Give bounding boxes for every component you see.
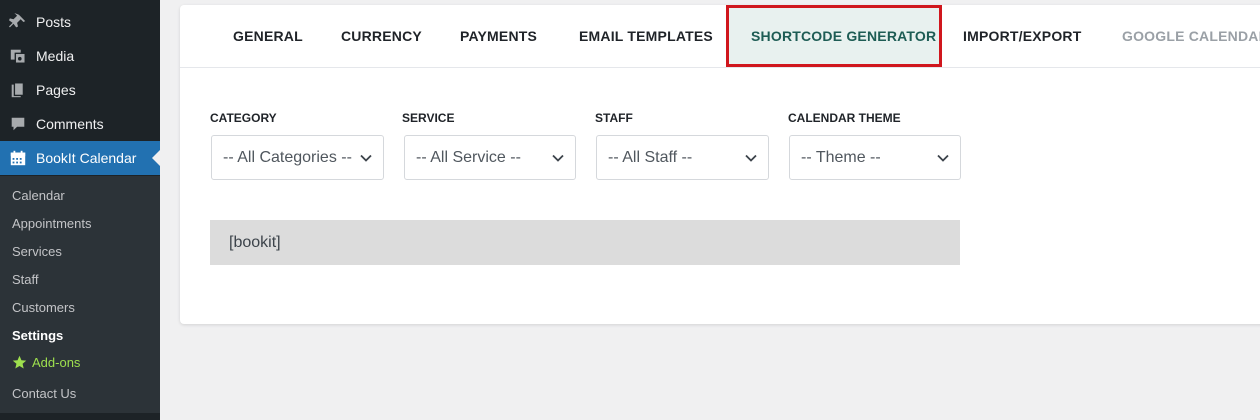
service-select-value: -- All Service --	[416, 148, 521, 166]
shortcode-text: [bookit]	[229, 233, 281, 251]
submenu-item-label: Staff	[12, 272, 39, 287]
tab-import-export[interactable]: IMPORT/EXPORT	[963, 5, 1082, 67]
pin-icon	[8, 12, 28, 32]
comment-icon	[8, 114, 28, 134]
chevron-down-icon	[359, 151, 373, 165]
star-icon	[12, 355, 27, 370]
admin-sidebar: Posts Media Pages Comments BookIt Calend…	[0, 0, 160, 420]
submenu-item-settings[interactable]: Settings	[12, 328, 63, 343]
submenu-item-services[interactable]: Services	[12, 244, 62, 259]
menu-item-label: Media	[36, 48, 75, 64]
submenu-item-label: Contact Us	[12, 386, 77, 401]
submenu-item-staff[interactable]: Staff	[12, 272, 39, 287]
chevron-down-icon	[744, 151, 758, 165]
calendar-theme-label: CALENDAR THEME	[788, 111, 901, 125]
submenu-item-label: Add-ons	[32, 355, 81, 370]
chevron-down-icon	[936, 151, 950, 165]
service-select[interactable]: -- All Service --	[404, 135, 576, 180]
staff-select-value: -- All Staff --	[608, 148, 693, 166]
shortcode-output[interactable]: [bookit]	[210, 220, 960, 265]
pages-icon	[8, 80, 28, 100]
menu-item-comments[interactable]: Comments	[0, 107, 160, 141]
category-label: CATEGORY	[210, 111, 277, 125]
submenu-item-calendar[interactable]: Calendar	[12, 188, 65, 203]
tab-email-templates[interactable]: EMAIL TEMPLATES	[579, 5, 713, 67]
staff-select[interactable]: -- All Staff --	[596, 135, 769, 180]
media-icon	[8, 46, 28, 66]
tab-general[interactable]: GENERAL	[233, 5, 303, 67]
category-select-value: -- All Categories --	[223, 148, 352, 166]
submenu-item-label: Settings	[12, 328, 64, 343]
menu-item-bookit-calendar[interactable]: BookIt Calendar	[0, 141, 160, 175]
settings-tabs: GENERAL CURRENCY PAYMENTS EMAIL TEMPLATE…	[180, 5, 1260, 68]
chevron-down-icon	[551, 151, 565, 165]
calendar-icon	[8, 148, 28, 168]
submenu-item-contact-us[interactable]: Contact Us	[12, 386, 76, 401]
submenu-item-label: Customers	[12, 300, 75, 315]
category-select[interactable]: -- All Categories --	[211, 135, 384, 180]
menu-item-label: Posts	[36, 14, 72, 30]
menu-item-posts[interactable]: Posts	[0, 5, 160, 39]
submenu-item-label: Calendar	[12, 188, 65, 203]
sidebar-footer-strip	[0, 413, 160, 420]
menu-item-label: Comments	[36, 116, 104, 132]
menu-item-label: BookIt Calendar	[36, 150, 137, 166]
menu-item-media[interactable]: Media	[0, 39, 160, 73]
tab-currency[interactable]: CURRENCY	[341, 5, 422, 67]
bookit-submenu: Calendar Appointments Services Staff Cus…	[0, 176, 160, 420]
calendar-theme-select-value: -- Theme --	[801, 148, 881, 166]
calendar-theme-select[interactable]: -- Theme --	[789, 135, 961, 180]
menu-item-pages[interactable]: Pages	[0, 73, 160, 107]
submenu-item-label: Appointments	[12, 216, 92, 231]
submenu-item-label: Services	[12, 244, 62, 259]
tab-shortcode-generator[interactable]: SHORTCODE GENERATOR	[726, 5, 942, 67]
submenu-item-customers[interactable]: Customers	[12, 300, 75, 315]
menu-item-label: Pages	[36, 82, 76, 98]
tab-payments[interactable]: PAYMENTS	[460, 5, 537, 67]
submenu-item-appointments[interactable]: Appointments	[12, 216, 92, 231]
submenu-item-addons[interactable]: Add-ons	[12, 355, 80, 370]
staff-label: STAFF	[595, 111, 633, 125]
settings-card: GENERAL CURRENCY PAYMENTS EMAIL TEMPLATE…	[180, 5, 1260, 324]
service-label: SERVICE	[402, 111, 455, 125]
tab-google-calendar[interactable]: GOOGLE CALENDAR	[1122, 5, 1260, 67]
